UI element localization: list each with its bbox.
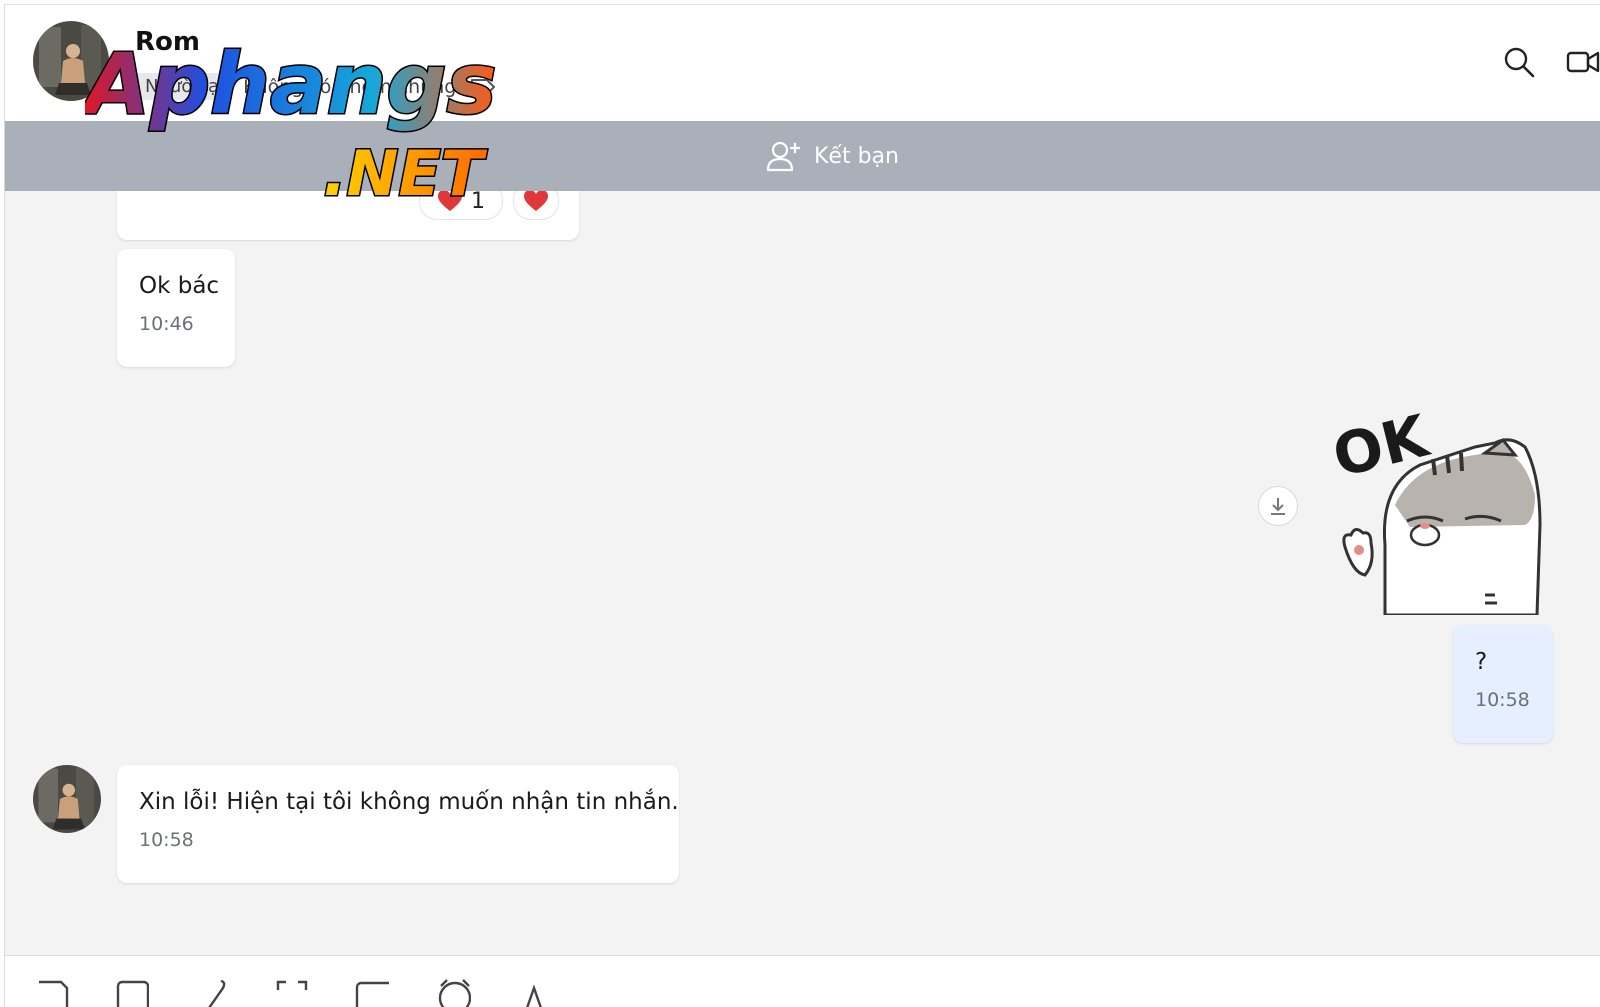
screenshot-icon[interactable] [275, 978, 309, 1007]
download-icon [1271, 498, 1285, 515]
card-icon[interactable] [355, 978, 389, 1007]
message-time: 10:58 [1475, 689, 1530, 711]
add-friend-button[interactable]: Kết bạn [766, 139, 899, 173]
message-bubble-incoming[interactable]: Ok bác 10:46 [117, 249, 235, 367]
add-friend-bar: Kết bạn [5, 121, 1600, 191]
reaction-count: 1 [471, 188, 485, 214]
message-text: ? [1475, 649, 1488, 675]
contact-name: Rom [135, 27, 200, 57]
sticker-icon[interactable] [35, 978, 69, 1007]
add-user-icon [766, 141, 800, 172]
format-icon[interactable] [517, 978, 551, 1007]
video-call-icon[interactable] [1566, 45, 1600, 79]
tag-icon[interactable] [470, 77, 496, 97]
stranger-badge: Người lạ [135, 73, 230, 100]
heart-icon [438, 190, 462, 211]
reminder-icon[interactable] [437, 978, 471, 1007]
message-time: 10:46 [139, 313, 194, 335]
message-text: Xin lỗi! Hiện tại tôi không muốn nhận ti… [139, 789, 679, 815]
message-time: 10:58 [139, 829, 194, 851]
contact-subline: Người lạ Không có nhóm chung [135, 73, 496, 100]
message-bubble-outgoing[interactable]: ? 10:58 [1453, 625, 1553, 743]
message-text: Ok bác [139, 273, 220, 299]
chat-header: Rom Người lạ Không có nhóm chung [5, 5, 1600, 121]
header-actions [1502, 45, 1600, 79]
contact-avatar[interactable] [33, 765, 101, 833]
download-button[interactable] [1258, 486, 1298, 526]
message-bubble-incoming[interactable]: Xin lỗi! Hiện tại tôi không muốn nhận ti… [117, 765, 679, 883]
mutual-groups-text: Không có nhóm chung [243, 75, 457, 98]
image-icon[interactable] [115, 978, 149, 1007]
chat-window: Rom Người lạ Không có nhóm chung Aphangs… [4, 4, 1600, 1007]
heart-icon [524, 190, 548, 211]
search-icon[interactable] [1502, 45, 1536, 79]
add-friend-label: Kết bạn [814, 143, 899, 169]
cat-ok-sticker[interactable]: OK [1325, 395, 1545, 615]
composer-toolbar [5, 955, 1600, 1007]
contact-avatar[interactable] [33, 21, 109, 101]
attachment-icon[interactable] [195, 978, 229, 1007]
